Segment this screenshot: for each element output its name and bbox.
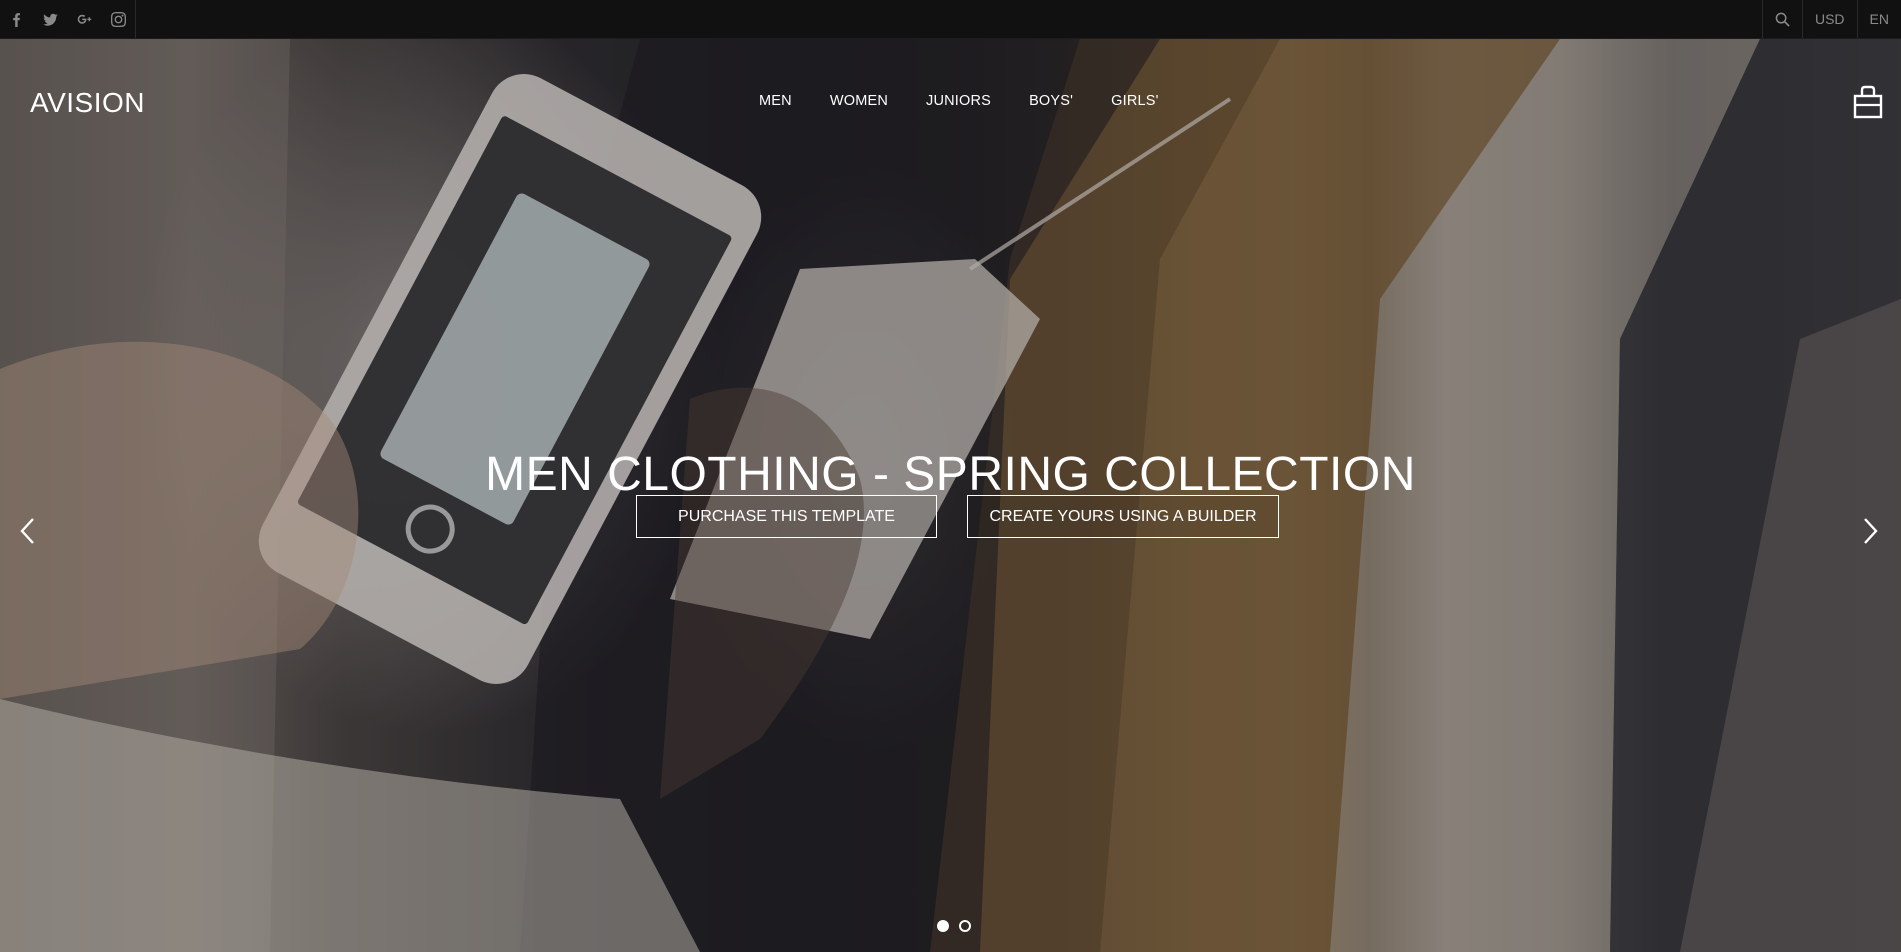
slider-pagination (937, 920, 971, 932)
topbar-utilities: USD EN (1761, 0, 1901, 38)
hero-slider: AVISION MEN WOMEN JUNIORS BOYS' GIRLS' M… (0, 39, 1901, 952)
slide-dot-2[interactable] (959, 920, 971, 932)
search-icon (1775, 12, 1790, 27)
hero-title: MEN CLOTHING - SPRING COLLECTION (485, 448, 1416, 502)
facebook-icon[interactable] (0, 0, 33, 38)
slider-next-button[interactable] (1859, 516, 1881, 546)
nav-item-women[interactable]: WOMEN (811, 93, 907, 109)
slide-dot-1[interactable] (937, 920, 949, 932)
nav-item-girls[interactable]: GIRLS' (1092, 93, 1177, 109)
purchase-template-button[interactable]: PURCHASE THIS TEMPLATE (636, 495, 937, 538)
language-selector[interactable]: EN (1856, 0, 1901, 38)
shopping-bag-icon (1853, 85, 1883, 119)
twitter-icon[interactable] (33, 0, 67, 38)
nav-item-boys[interactable]: BOYS' (1010, 93, 1092, 109)
slider-prev-button[interactable] (17, 516, 39, 546)
google-plus-icon[interactable] (67, 0, 101, 38)
nav-item-juniors[interactable]: JUNIORS (907, 93, 1010, 109)
cart-button[interactable] (1853, 85, 1883, 119)
nav-item-men[interactable]: MEN (740, 93, 811, 109)
instagram-icon[interactable] (101, 0, 135, 38)
chevron-right-icon (1864, 518, 1878, 544)
main-nav: MEN WOMEN JUNIORS BOYS' GIRLS' (740, 93, 1178, 109)
top-bar: USD EN (0, 0, 1901, 39)
search-button[interactable] (1761, 0, 1802, 38)
currency-selector[interactable]: USD (1801, 0, 1857, 38)
chevron-left-icon (20, 518, 34, 544)
brand-logo[interactable]: AVISION (30, 87, 145, 119)
social-links (0, 0, 136, 38)
create-with-builder-button[interactable]: CREATE YOURS USING A BUILDER (967, 495, 1279, 538)
